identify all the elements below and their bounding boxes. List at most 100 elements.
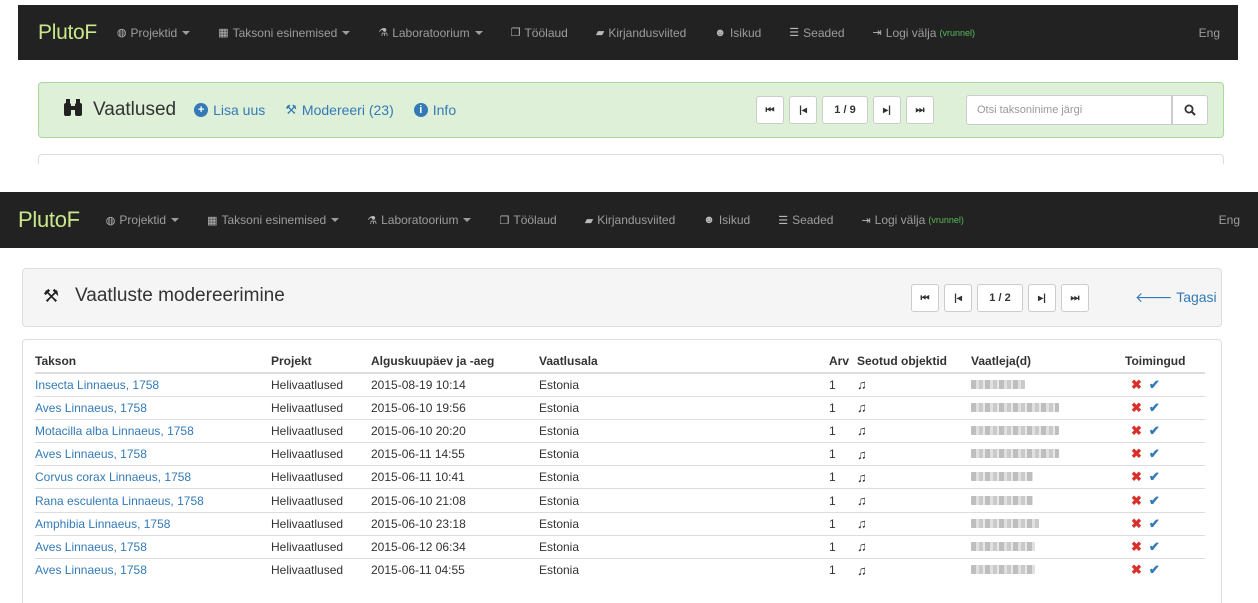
reject-icon[interactable]: ✖ xyxy=(1131,423,1142,438)
taxon-link[interactable]: Corvus corax Linnaeus, 1758 xyxy=(35,465,271,489)
nav-taxon-occurrences[interactable]: ▦ Taksoni esinemised xyxy=(218,26,351,40)
reject-icon[interactable]: ✖ xyxy=(1131,469,1142,484)
brand-logo[interactable]: PlutoF xyxy=(18,207,80,233)
nav-persons[interactable]: ☻ Isikud xyxy=(703,213,750,227)
actions-cell: ✖ ✔ xyxy=(1125,511,1205,536)
copy-icon: ❐ xyxy=(499,214,510,227)
taxon-link[interactable]: Amphibia Linnaeus, 1758 xyxy=(35,511,271,536)
blurred-observer-name xyxy=(971,541,1035,551)
logout-label: Logi välja xyxy=(885,25,937,40)
accept-icon[interactable]: ✔ xyxy=(1149,493,1160,508)
nav-persons[interactable]: ☻ Isikud xyxy=(714,26,761,40)
caret-down-icon xyxy=(342,30,351,35)
music-note-icon[interactable]: ♫ xyxy=(857,447,867,462)
taxon-link[interactable]: Aves Linnaeus, 1758 xyxy=(35,557,271,582)
table-body: Insecta Linnaeus, 1758 Helivaatlused 2015-… xyxy=(35,372,1205,582)
reject-icon[interactable]: ✖ xyxy=(1131,400,1142,415)
music-note-icon[interactable]: ♫ xyxy=(857,423,867,438)
grid-icon: ▦ xyxy=(207,214,218,227)
language-switch[interactable]: Eng xyxy=(1199,26,1220,40)
flask-icon: ⚗ xyxy=(378,27,389,39)
first-page-button[interactable]: ⏮ xyxy=(756,96,784,124)
col-date[interactable]: Alguskuupäev ja -aeg xyxy=(371,350,539,374)
gavel-icon: ⚒ xyxy=(285,102,297,117)
nav-references[interactable]: ▰ Kirjandusviited xyxy=(585,213,676,227)
reject-icon[interactable]: ✖ xyxy=(1131,539,1142,554)
caret-down-icon xyxy=(331,218,340,222)
moderate-link[interactable]: ⚒ Modereeri (23) xyxy=(285,102,393,118)
search-button[interactable] xyxy=(1172,95,1208,125)
nav-settings[interactable]: ☰ Seaded xyxy=(778,213,833,227)
accept-icon[interactable]: ✔ xyxy=(1149,423,1160,438)
nav-logout[interactable]: ⇥ Logi välja (vrunnel) xyxy=(873,26,975,40)
music-note-icon[interactable]: ♫ xyxy=(857,493,867,508)
next-page-button[interactable]: ▸| xyxy=(873,96,901,124)
taxon-link[interactable]: Rana esculenta Linnaeus, 1758 xyxy=(35,488,271,513)
music-note-icon[interactable]: ♫ xyxy=(857,400,867,415)
accept-icon[interactable]: ✔ xyxy=(1149,446,1160,461)
reject-icon[interactable]: ✖ xyxy=(1131,493,1142,508)
nav-taxon-occurrences[interactable]: ▦ Taksoni esinemised xyxy=(207,213,340,227)
reject-icon[interactable]: ✖ xyxy=(1131,446,1142,461)
accept-icon[interactable]: ✔ xyxy=(1149,400,1160,415)
prev-page-button[interactable]: |◂ xyxy=(944,284,972,312)
taxon-link[interactable]: Insecta Linnaeus, 1758 xyxy=(35,372,271,397)
brand-logo[interactable]: PlutoF xyxy=(38,21,97,45)
taxon-search-input[interactable]: Otsi taksoninimе järgi xyxy=(966,95,1172,125)
sliders-icon: ☰ xyxy=(789,27,800,39)
col-area[interactable]: Vaatlusala xyxy=(539,350,829,374)
col-actions: Toimingud xyxy=(1125,350,1205,374)
back-link[interactable]: 🡐 Tagasi xyxy=(1135,289,1217,306)
nav-laboratory[interactable]: ⚗ Laboratoorium xyxy=(378,26,483,40)
nav-references[interactable]: ▰ Kirjandusviited xyxy=(596,26,687,40)
last-page-button[interactable]: ⏭ xyxy=(906,96,934,124)
reject-icon[interactable]: ✖ xyxy=(1131,562,1142,577)
accept-icon[interactable]: ✔ xyxy=(1149,562,1160,577)
accept-icon[interactable]: ✔ xyxy=(1149,377,1160,392)
music-note-icon[interactable]: ♫ xyxy=(857,516,867,531)
col-project[interactable]: Projekt xyxy=(271,350,371,374)
nav-projects[interactable]: ◍ Projektid xyxy=(106,213,180,227)
music-note-icon[interactable]: ♫ xyxy=(857,377,867,392)
nav-workbench-label: Töölaud xyxy=(524,25,568,40)
caret-down-icon xyxy=(171,218,180,222)
globe-icon: ◍ xyxy=(116,27,127,39)
taxon-link[interactable]: Aves Linnaeus, 1758 xyxy=(35,395,271,420)
prev-page-button[interactable]: |◂ xyxy=(789,96,817,124)
accept-icon[interactable]: ✔ xyxy=(1149,539,1160,554)
page-title: Vaatluste modereerimine xyxy=(75,285,285,306)
nav-settings[interactable]: ☰ Seaded xyxy=(789,26,844,40)
count-cell: 1 xyxy=(829,465,857,489)
col-count[interactable]: Arv xyxy=(829,350,857,374)
moderation-table: Takson Projekt Alguskuupäev ja -aeg Vaat… xyxy=(35,350,1205,582)
info-link[interactable]: i Info xyxy=(413,102,456,118)
accept-icon[interactable]: ✔ xyxy=(1149,516,1160,531)
first-page-button[interactable]: ⏮ xyxy=(911,284,939,312)
nav-workbench[interactable]: ❐ Töölaud xyxy=(499,213,556,227)
nav-laboratory[interactable]: ⚗ Laboratoorium xyxy=(367,213,472,227)
taxon-link[interactable]: Motacilla alba Linnaeus, 1758 xyxy=(35,418,271,443)
nav-projects[interactable]: ◍ Projektid xyxy=(116,26,191,40)
taxon-link[interactable]: Aves Linnaeus, 1758 xyxy=(35,534,271,559)
area-cell: Estonia xyxy=(539,465,829,489)
count-cell: 1 xyxy=(829,511,857,536)
reject-icon[interactable]: ✖ xyxy=(1131,377,1142,392)
music-note-icon[interactable]: ♫ xyxy=(857,563,867,578)
table-row: Motacilla alba Linnaeus, 1758 Helivaatlus… xyxy=(35,418,1205,443)
reject-icon[interactable]: ✖ xyxy=(1131,516,1142,531)
language-switch[interactable]: Eng xyxy=(1219,213,1240,227)
observers-cell xyxy=(971,557,1125,582)
music-note-icon[interactable]: ♫ xyxy=(857,470,867,485)
add-new-link[interactable]: + Lisa uus xyxy=(194,102,265,118)
col-taxon[interactable]: Takson xyxy=(35,350,271,374)
area-cell: Estonia xyxy=(539,511,829,536)
page-indicator: 1 / 2 xyxy=(977,284,1023,312)
nav-workbench[interactable]: ❐ Töölaud xyxy=(511,26,568,40)
music-note-icon[interactable]: ♫ xyxy=(857,539,867,554)
next-page-button[interactable]: ▸| xyxy=(1028,284,1056,312)
caret-down-icon xyxy=(463,218,472,222)
accept-icon[interactable]: ✔ xyxy=(1149,469,1160,484)
nav-logout[interactable]: ⇥ Logi välja (vrunnel) xyxy=(861,213,963,227)
last-page-button[interactable]: ⏭ xyxy=(1061,284,1089,312)
taxon-link[interactable]: Aves Linnaeus, 1758 xyxy=(35,442,271,466)
